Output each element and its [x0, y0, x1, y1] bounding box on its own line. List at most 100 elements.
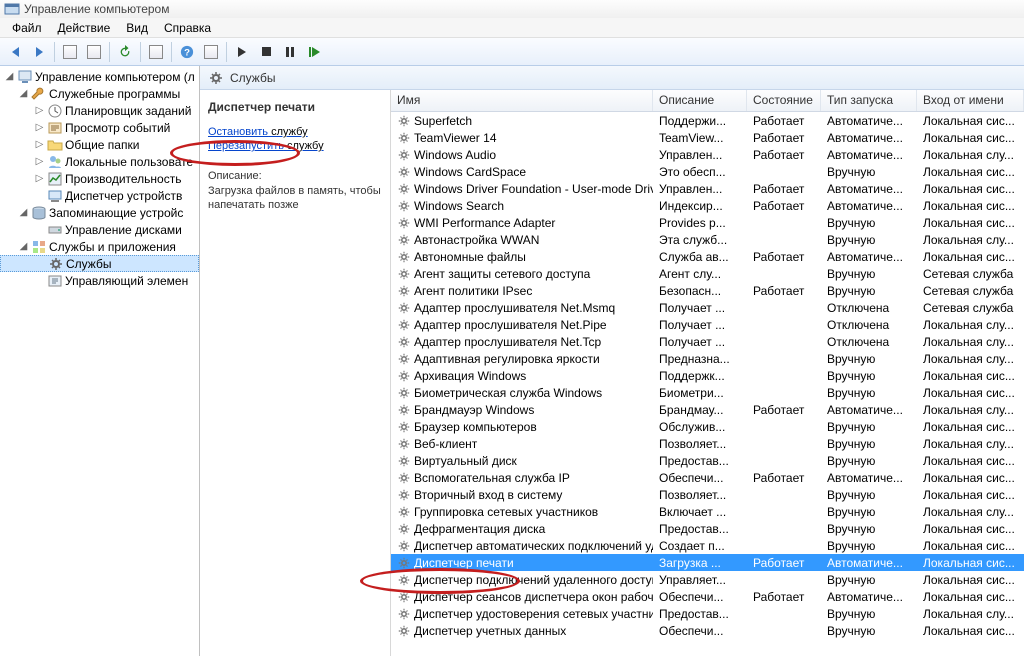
service-logon-cell: Локальная сис...: [917, 165, 1024, 179]
service-desc-cell: Безопасн...: [653, 284, 747, 298]
nav-forward-button[interactable]: [28, 41, 50, 63]
service-row[interactable]: Виртуальный дискПредостав...ВручнуюЛокал…: [391, 452, 1024, 469]
column-startup[interactable]: Тип запуска: [821, 90, 917, 111]
service-row[interactable]: Диспетчер подключений удаленного доступа…: [391, 571, 1024, 588]
service-row[interactable]: Диспетчер сеансов диспетчера окон рабоче…: [391, 588, 1024, 605]
tree-label: Производительность: [65, 172, 181, 186]
tree-users[interactable]: ▷Локальные пользовате: [0, 153, 199, 170]
service-row[interactable]: Автономные файлыСлужба ав...РаботаетАвто…: [391, 248, 1024, 265]
service-startup-cell: Вручную: [821, 624, 917, 638]
service-start-button[interactable]: [231, 41, 253, 63]
service-logon-cell: Сетевая служба: [917, 301, 1024, 315]
service-restart-button[interactable]: [303, 41, 325, 63]
console-tree[interactable]: ◢Управление компьютером (л ◢Служебные пр…: [0, 66, 200, 656]
service-startup-cell: Вручную: [821, 216, 917, 230]
service-row[interactable]: Автонастройка WWANЭта служб...ВручнуюЛок…: [391, 231, 1024, 248]
service-row[interactable]: Адаптивная регулировка яркостиПредназна.…: [391, 350, 1024, 367]
service-name-cell: Диспетчер печати: [414, 556, 514, 570]
arrow-left-icon: [12, 47, 19, 57]
service-row[interactable]: Адаптер прослушивателя Net.PipeПолучает …: [391, 316, 1024, 333]
service-row[interactable]: TeamViewer 14TeamView...РаботаетАвтомати…: [391, 129, 1024, 146]
service-row[interactable]: SuperfetchПоддержи...РаботаетАвтоматиче.…: [391, 112, 1024, 129]
service-startup-cell: Отключена: [821, 301, 917, 315]
nav-back-button[interactable]: [4, 41, 26, 63]
tree-wmi[interactable]: Управляющий элемен: [0, 272, 199, 289]
restart-service-link[interactable]: Перезапустить службу: [208, 140, 382, 152]
service-row[interactable]: Адаптер прослушивателя Net.MsmqПолучает …: [391, 299, 1024, 316]
gear-icon: [397, 522, 411, 536]
service-startup-cell: Отключена: [821, 318, 917, 332]
apps-icon: [31, 239, 47, 255]
service-row[interactable]: Диспетчер удостоверения сетевых участник…: [391, 605, 1024, 622]
service-startup-cell: Вручную: [821, 233, 917, 247]
help-button[interactable]: ?: [176, 41, 198, 63]
service-row[interactable]: Диспетчер учетных данныхОбеспечи...Вручн…: [391, 622, 1024, 639]
tree-label: Управление дисками: [65, 223, 182, 237]
column-logon[interactable]: Вход от имени: [917, 90, 1024, 111]
tree-storage[interactable]: ◢Запоминающие устройс: [0, 204, 199, 221]
menu-action[interactable]: Действие: [50, 19, 119, 37]
service-row[interactable]: Браузер компьютеровОбслужив...ВручнуюЛок…: [391, 418, 1024, 435]
properties-button[interactable]: [145, 41, 167, 63]
gear-icon: [397, 369, 411, 383]
toolbar-button-1[interactable]: [59, 41, 81, 63]
tree-utilities[interactable]: ◢Служебные программы: [0, 85, 199, 102]
service-name-cell: Группировка сетевых участников: [414, 505, 598, 519]
tree-diskmgr[interactable]: Управление дисками: [0, 221, 199, 238]
service-name-cell: Диспетчер удостоверения сетевых участник…: [414, 607, 653, 621]
service-row[interactable]: Диспетчер автоматических подключений уда…: [391, 537, 1024, 554]
menu-file[interactable]: Файл: [4, 19, 50, 37]
service-row[interactable]: Архивация WindowsПоддержк...ВручнуюЛокал…: [391, 367, 1024, 384]
tree-root[interactable]: ◢Управление компьютером (л: [0, 68, 199, 85]
service-row[interactable]: Диспетчер печатиЗагрузка ...РаботаетАвто…: [391, 554, 1024, 571]
service-state-cell: Работает: [747, 471, 821, 485]
column-desc[interactable]: Описание: [653, 90, 747, 111]
tree-devmgr[interactable]: Диспетчер устройств: [0, 187, 199, 204]
service-startup-cell: Вручную: [821, 437, 917, 451]
tree-perf[interactable]: ▷Производительность: [0, 170, 199, 187]
service-row[interactable]: Дефрагментация дискаПредостав...ВручнуюЛ…: [391, 520, 1024, 537]
gear-icon: [397, 403, 411, 417]
service-desc-cell: Эта служб...: [653, 233, 747, 247]
tree-events[interactable]: ▷Просмотр событий: [0, 119, 199, 136]
service-row[interactable]: Адаптер прослушивателя Net.TcpПолучает .…: [391, 333, 1024, 350]
gear-icon: [397, 148, 411, 162]
service-row[interactable]: Агент политики IPsecБезопасн...РаботаетВ…: [391, 282, 1024, 299]
service-desc-cell: Агент слу...: [653, 267, 747, 281]
service-row[interactable]: Вторичный вход в системуПозволяет...Вруч…: [391, 486, 1024, 503]
menu-view[interactable]: Вид: [118, 19, 156, 37]
service-row[interactable]: Биометрическая служба WindowsБиометри...…: [391, 384, 1024, 401]
toolbar-button-2[interactable]: [83, 41, 105, 63]
refresh-button[interactable]: [114, 41, 136, 63]
service-name-cell: Виртуальный диск: [414, 454, 517, 468]
column-name[interactable]: Имя: [391, 90, 653, 111]
menu-help[interactable]: Справка: [156, 19, 219, 37]
tree-services[interactable]: Службы: [0, 255, 199, 272]
tree-shared[interactable]: ▷Общие папки: [0, 136, 199, 153]
service-row[interactable]: Агент защиты сетевого доступаАгент слу..…: [391, 265, 1024, 282]
content-header: Службы: [200, 66, 1024, 90]
service-row[interactable]: Брандмауэр WindowsБрандмау...РаботаетАвт…: [391, 401, 1024, 418]
service-startup-cell: Вручную: [821, 522, 917, 536]
service-name-cell: Адаптер прослушивателя Net.Msmq: [414, 301, 615, 315]
service-name-cell: Windows Driver Foundation - User-mode Dr…: [414, 182, 653, 196]
service-row[interactable]: Windows CardSpaceЭто обесп...ВручнуюЛока…: [391, 163, 1024, 180]
gear-icon: [397, 420, 411, 434]
service-row[interactable]: Вспомогательная служба IPОбеспечи...Рабо…: [391, 469, 1024, 486]
tree-apps[interactable]: ◢Службы и приложения: [0, 238, 199, 255]
service-row[interactable]: WMI Performance AdapterProvides p...Вруч…: [391, 214, 1024, 231]
service-logon-cell: Локальная сис...: [917, 590, 1024, 604]
toolbar-button-3[interactable]: [200, 41, 222, 63]
tree-scheduler[interactable]: ▷Планировщик заданий: [0, 102, 199, 119]
service-row[interactable]: Windows Driver Foundation - User-mode Dr…: [391, 180, 1024, 197]
column-state[interactable]: Состояние: [747, 90, 821, 111]
service-row[interactable]: Веб-клиентПозволяет...ВручнуюЛокальная с…: [391, 435, 1024, 452]
service-row[interactable]: Windows AudioУправлен...РаботаетАвтомати…: [391, 146, 1024, 163]
stop-service-link[interactable]: Остановить службу: [208, 126, 382, 138]
service-pause-button[interactable]: [279, 41, 301, 63]
service-stop-button[interactable]: [255, 41, 277, 63]
service-row[interactable]: Windows SearchИндексир...РаботаетАвтомат…: [391, 197, 1024, 214]
service-row[interactable]: Группировка сетевых участниковВключает .…: [391, 503, 1024, 520]
gear-icon: [48, 256, 64, 272]
service-desc-cell: Это обесп...: [653, 165, 747, 179]
